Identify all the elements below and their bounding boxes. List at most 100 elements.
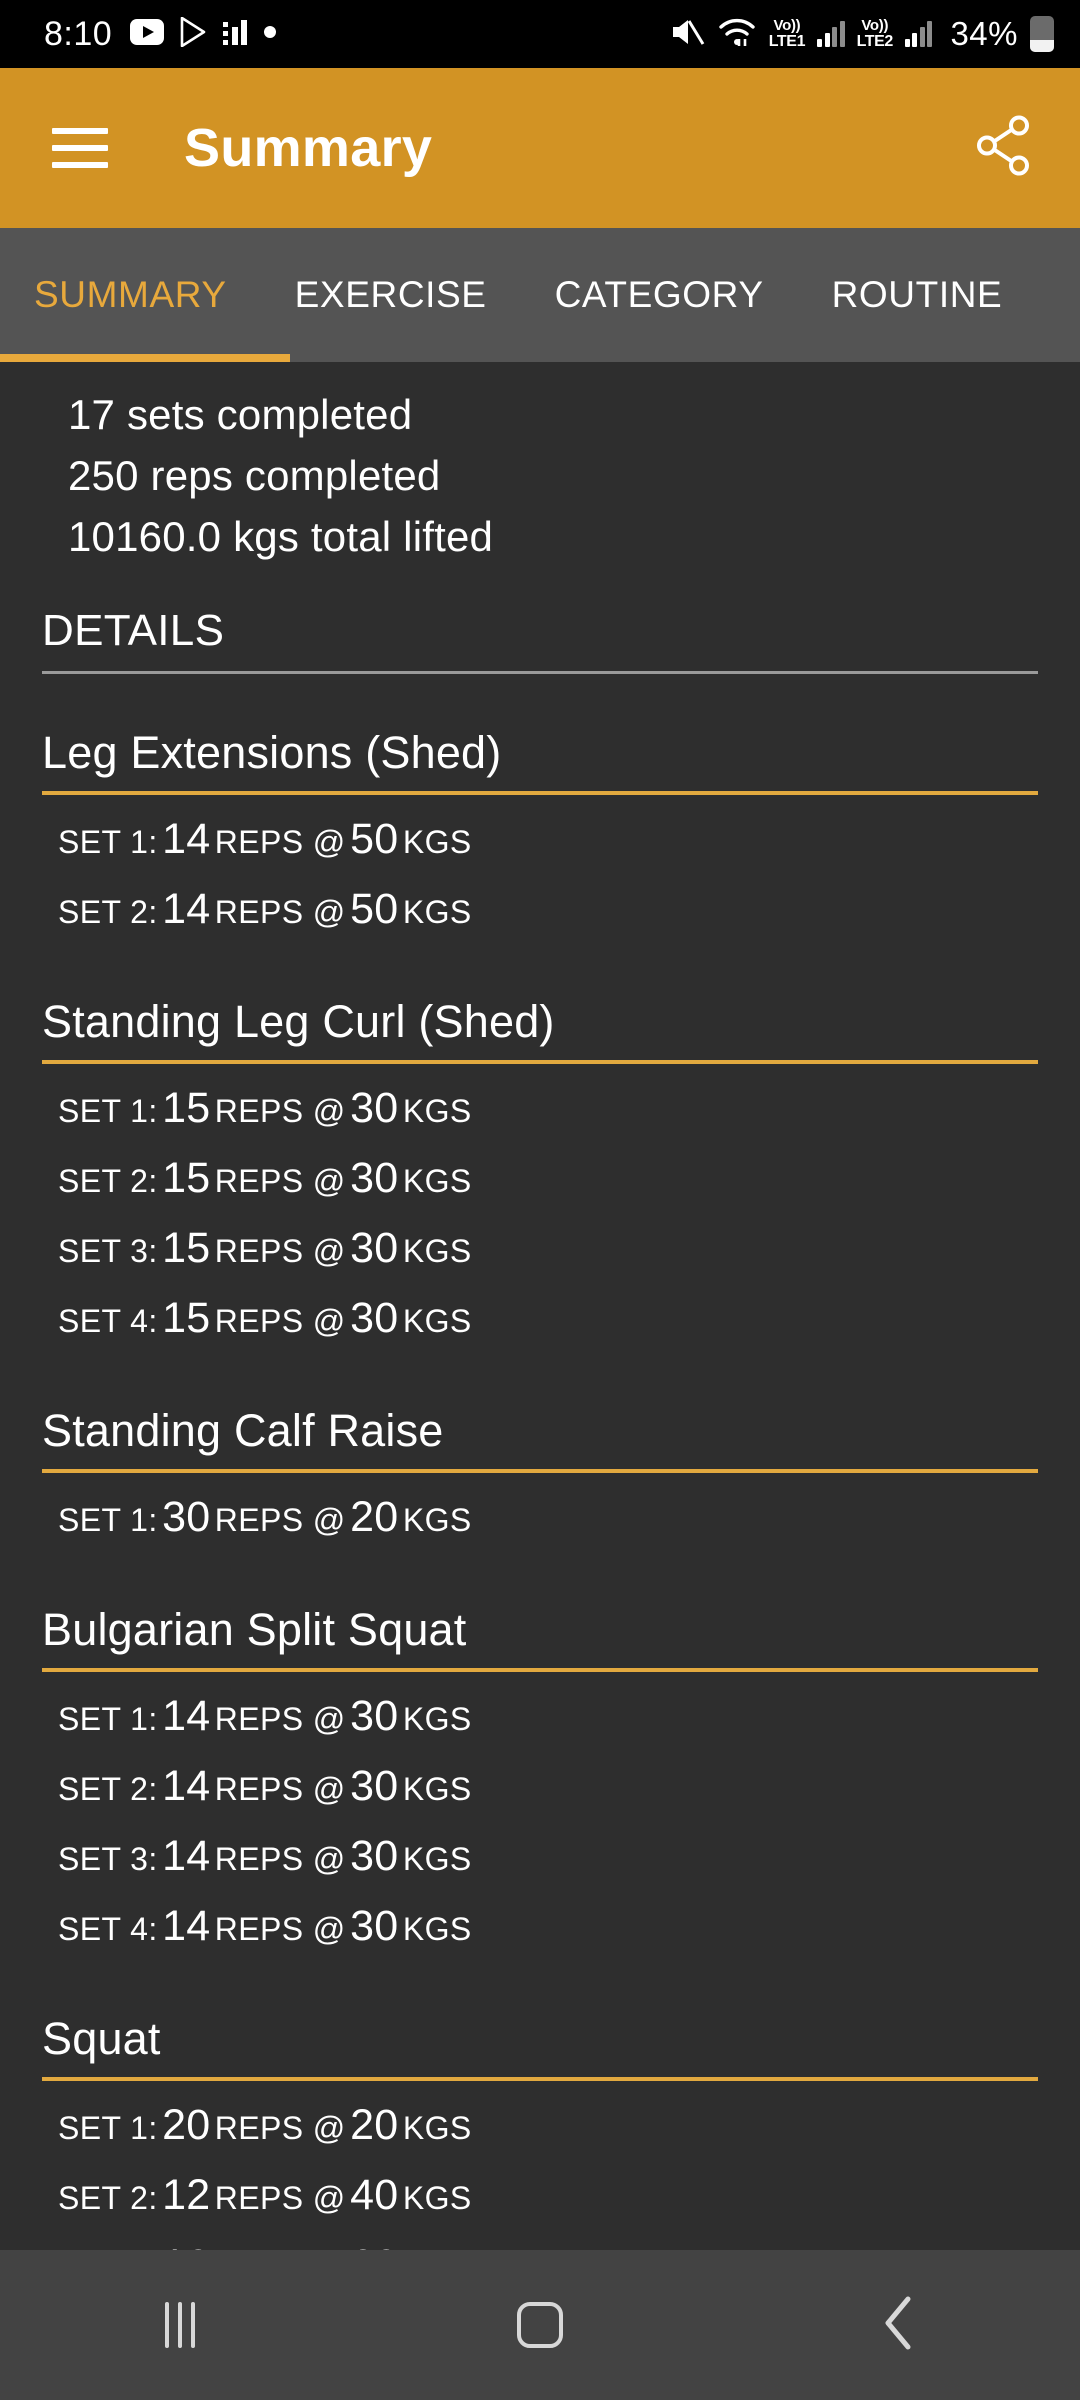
set-weight-value: 30 <box>350 1692 399 1740</box>
home-button[interactable] <box>460 2250 620 2400</box>
set-weight-value: 40 <box>350 2171 399 2219</box>
set-weight-value: 30 <box>350 1832 399 1880</box>
set-label: SET 1: <box>58 1093 158 1129</box>
exercise-name: Standing Leg Curl (Shed) <box>42 993 1038 1064</box>
set-list: SET 1: 14 REPS @ 50 KGS SET 2: 14 REPS @ … <box>42 795 1038 949</box>
app-bar: Summary <box>0 68 1080 228</box>
set-reps-unit: REPS @ <box>214 2110 346 2146</box>
set-reps-unit: REPS @ <box>214 1303 346 1339</box>
set-label: SET 4: <box>58 1303 158 1339</box>
set-row: SET 3: 15 REPS @ 30 KGS <box>42 1218 1038 1288</box>
set-weight-unit: KGS <box>402 894 472 930</box>
details-section-heading: DETAILS <box>42 603 1038 674</box>
set-weight-value: 20 <box>350 2101 399 2149</box>
set-row: SET 2: 14 REPS @ 30 KGS <box>42 1756 1038 1826</box>
recents-button[interactable] <box>100 2250 260 2400</box>
tab-bar: SUMMARY EXERCISE CATEGORY ROUTINE <box>0 228 1080 362</box>
status-bar-system-icons: Vo)) LTE1 Vo)) LTE2 34% <box>669 15 1054 54</box>
set-weight-unit: KGS <box>402 2110 472 2146</box>
tab-category-label: CATEGORY <box>554 274 764 315</box>
recents-icon <box>165 2302 195 2348</box>
tab-routine-label: ROUTINE <box>831 274 1003 315</box>
set-label: SET 4: <box>58 1911 158 1947</box>
exercise-name: Standing Calf Raise <box>42 1402 1038 1473</box>
page-title: Summary <box>184 118 433 178</box>
set-label: SET 1: <box>58 1701 158 1737</box>
stat-reps-completed: 250 reps completed <box>68 452 441 499</box>
play-store-icon <box>179 16 207 52</box>
set-reps-value: 14 <box>162 815 211 863</box>
sim2-volte-icon: Vo)) LTE2 <box>857 17 894 50</box>
set-label: SET 3: <box>58 1233 158 1269</box>
set-list: SET 1: 30 REPS @ 20 KGS <box>42 1473 1038 1557</box>
set-reps-unit: REPS @ <box>214 1911 346 1947</box>
set-reps-value: 15 <box>162 1154 211 1202</box>
set-weight-unit: KGS <box>402 1502 472 1538</box>
set-reps-unit: REPS @ <box>214 1502 346 1538</box>
set-reps-value: 30 <box>162 1493 211 1541</box>
set-reps-unit: REPS @ <box>214 1771 346 1807</box>
back-button[interactable] <box>820 2250 980 2400</box>
tab-exercise[interactable]: EXERCISE <box>261 228 521 362</box>
set-reps-value: 14 <box>162 1762 211 1810</box>
set-label: SET 1: <box>58 2110 158 2146</box>
set-reps-value: 20 <box>162 2101 211 2149</box>
sim1-volte-label: Vo)) <box>773 17 801 34</box>
set-weight-value: 30 <box>350 1762 399 1810</box>
set-reps-unit: REPS @ <box>214 1701 346 1737</box>
set-reps-value: 15 <box>162 1224 211 1272</box>
tab-summary[interactable]: SUMMARY <box>0 228 261 362</box>
set-weight-unit: KGS <box>402 1163 472 1199</box>
exercise-block[interactable]: Squat SET 1: 20 REPS @ 20 KGS SET 2: 12 RE… <box>42 2010 1038 2250</box>
wifi-icon <box>717 15 757 54</box>
set-row: SET 1: 20 REPS @ 20 KGS <box>42 2095 1038 2165</box>
set-reps-unit: REPS @ <box>214 824 346 860</box>
set-weight-value: 30 <box>350 1084 399 1132</box>
set-weight-unit: KGS <box>402 824 472 860</box>
set-reps-value: 14 <box>162 885 211 933</box>
battery-icon <box>1030 16 1054 52</box>
set-reps-unit: REPS @ <box>214 1841 346 1877</box>
set-reps-unit: REPS @ <box>214 1163 346 1199</box>
set-row: SET 1: 30 REPS @ 20 KGS <box>42 1487 1038 1557</box>
exercise-name: Squat <box>42 2010 1038 2081</box>
summary-content[interactable]: 17 sets completed 250 reps completed 101… <box>0 362 1080 2250</box>
share-icon[interactable] <box>974 115 1034 182</box>
set-reps-value: 15 <box>162 1294 211 1342</box>
set-reps-unit: REPS @ <box>214 1093 346 1129</box>
youtube-icon <box>130 18 165 50</box>
set-row: SET 4: 15 REPS @ 30 KGS <box>42 1288 1038 1358</box>
set-reps-value: 14 <box>162 1902 211 1950</box>
phone-screen: 8:10 Vo)) LTE1 Vo)) LTE2 34% Summary SUM… <box>0 0 1080 2400</box>
stat-sets-completed: 17 sets completed <box>68 391 413 438</box>
exercise-block[interactable]: Leg Extensions (Shed) SET 1: 14 REPS @ 50… <box>42 724 1038 949</box>
set-weight-unit: KGS <box>402 2180 472 2216</box>
set-weight-unit: KGS <box>402 1233 472 1269</box>
set-reps-unit: REPS @ <box>214 1233 346 1269</box>
set-label: SET 1: <box>58 824 158 860</box>
set-weight-unit: KGS <box>402 1303 472 1339</box>
set-row: SET 3: 10 REPS @ 60 KGS <box>42 2235 1038 2250</box>
set-weight-value: 30 <box>350 1224 399 1272</box>
exercise-block[interactable]: Standing Calf Raise SET 1: 30 REPS @ 20 K… <box>42 1402 1038 1557</box>
sim2-volte-label: Vo)) <box>861 17 889 34</box>
set-list: SET 1: 20 REPS @ 20 KGS SET 2: 12 REPS @ … <box>42 2081 1038 2250</box>
tab-category[interactable]: CATEGORY <box>521 228 798 362</box>
sim1-signal-icon <box>817 21 845 47</box>
tab-exercise-label: EXERCISE <box>294 274 487 315</box>
set-label: SET 2: <box>58 2180 158 2216</box>
exercise-block[interactable]: Bulgarian Split Squat SET 1: 14 REPS @ 30… <box>42 1601 1038 1966</box>
set-row: SET 3: 14 REPS @ 30 KGS <box>42 1826 1038 1896</box>
stat-total-lifted: 10160.0 kgs total lifted <box>68 513 494 560</box>
home-icon <box>517 2302 563 2348</box>
hamburger-menu-icon[interactable] <box>52 128 108 168</box>
exercise-name: Bulgarian Split Squat <box>42 1601 1038 1672</box>
set-reps-value: 10 <box>162 2241 210 2250</box>
set-weight-value: 30 <box>350 1154 399 1202</box>
set-row: SET 1: 14 REPS @ 30 KGS <box>42 1686 1038 1756</box>
audio-bars-icon <box>222 18 248 51</box>
set-reps-value: 14 <box>162 1832 211 1880</box>
exercise-block[interactable]: Standing Leg Curl (Shed) SET 1: 15 REPS @… <box>42 993 1038 1358</box>
tab-routine[interactable]: ROUTINE <box>798 228 1037 362</box>
set-weight-value: 30 <box>350 1294 399 1342</box>
